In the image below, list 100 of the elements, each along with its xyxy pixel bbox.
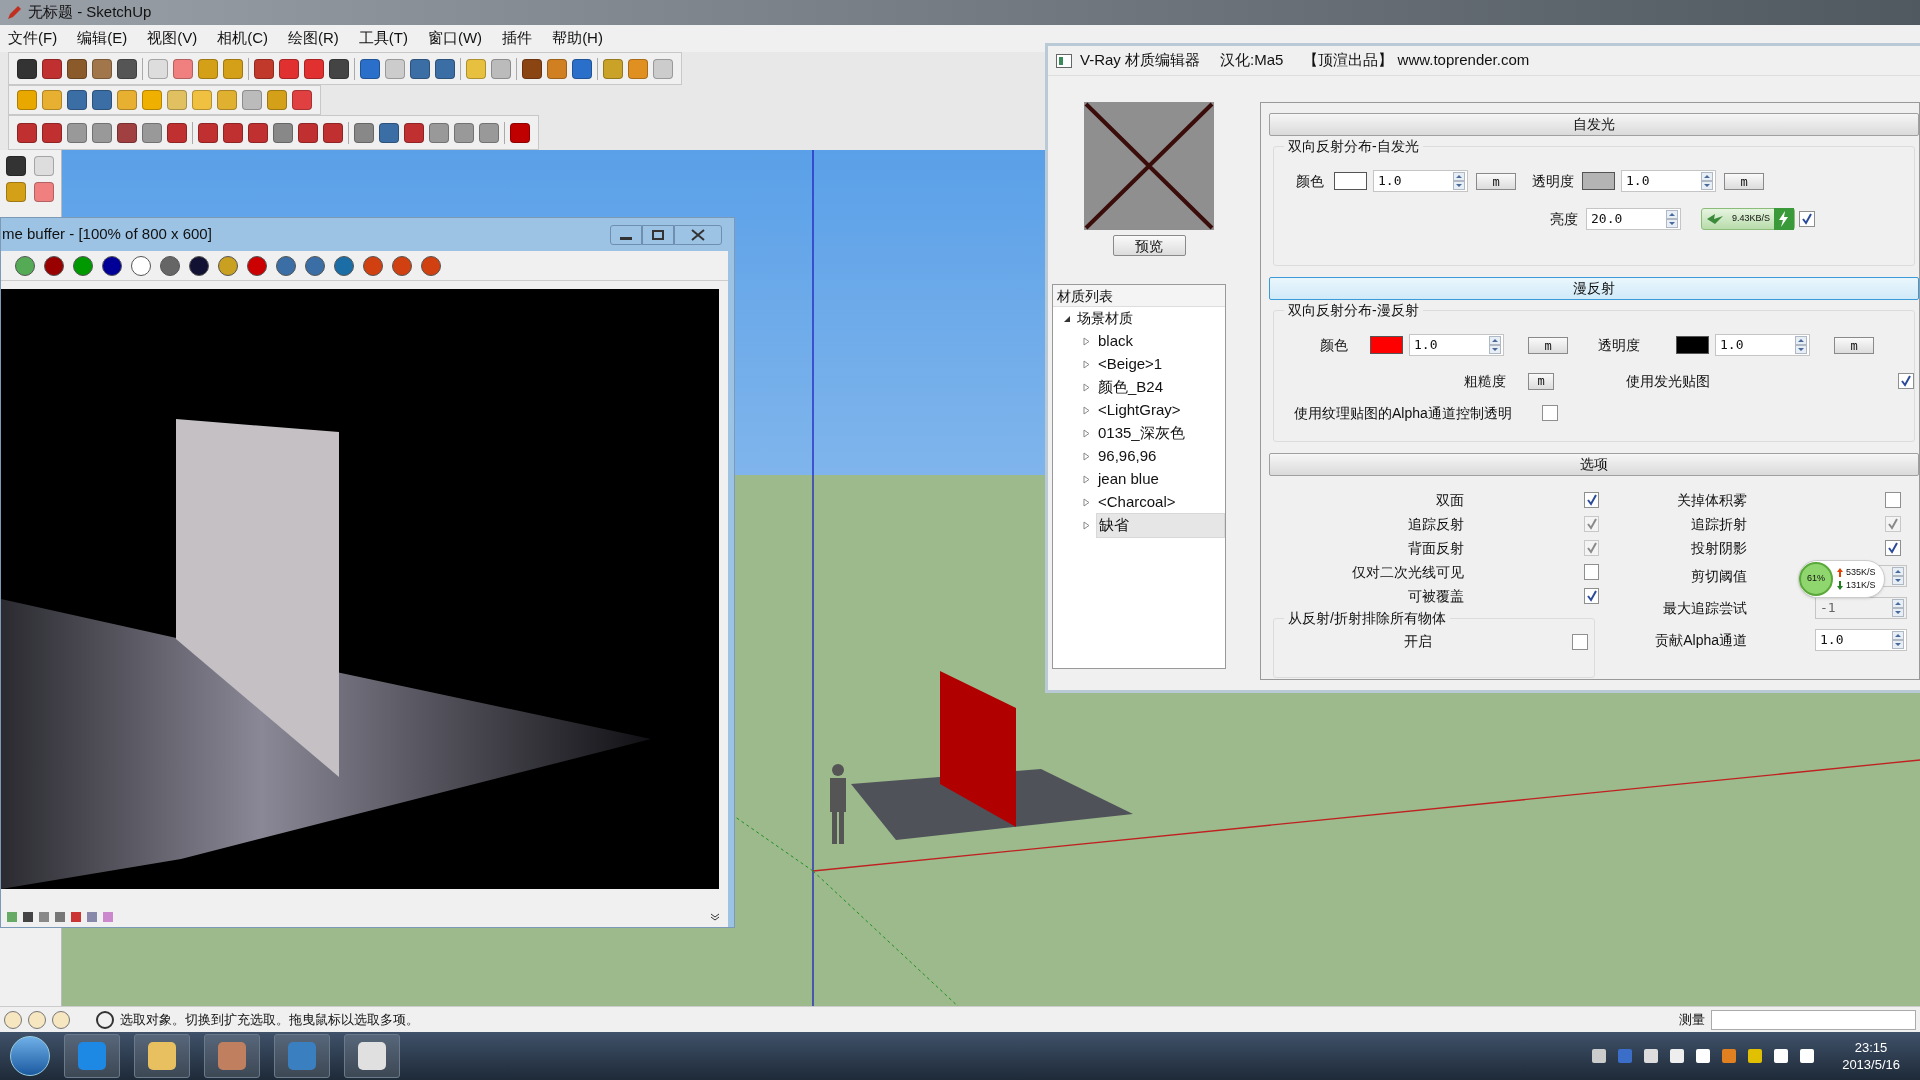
spin-arrows-icon[interactable] bbox=[1892, 631, 1904, 649]
collapsed-triangle-icon[interactable] bbox=[1083, 383, 1090, 392]
field-label: 透明度 bbox=[1532, 171, 1574, 191]
close-button[interactable] bbox=[674, 224, 722, 245]
tree-item[interactable]: 场景材质 bbox=[1077, 308, 1133, 329]
collapsed-triangle-icon[interactable] bbox=[1083, 498, 1090, 507]
spin-arrows-icon[interactable] bbox=[1453, 172, 1465, 190]
preview-button[interactable]: 预览 bbox=[1112, 235, 1186, 256]
map-button[interactable]: m bbox=[1724, 173, 1764, 190]
menu-item[interactable]: 窗口(W) bbox=[427, 27, 483, 50]
spin-arrows-icon[interactable] bbox=[1795, 336, 1807, 354]
tree-item[interactable]: 0135_深灰色 bbox=[1095, 422, 1225, 445]
menu-item[interactable]: 文件(F) bbox=[8, 27, 58, 50]
checkbox[interactable] bbox=[1799, 211, 1816, 227]
status-icon[interactable] bbox=[4, 1010, 22, 1029]
menu-item[interactable]: 帮助(H) bbox=[552, 27, 603, 50]
collapsed-triangle-icon[interactable] bbox=[1083, 452, 1090, 461]
checkbox[interactable] bbox=[1584, 564, 1599, 580]
color-swatch[interactable] bbox=[1370, 336, 1403, 354]
collapsed-triangle-icon[interactable] bbox=[1083, 360, 1090, 369]
tool-icon[interactable] bbox=[102, 255, 122, 276]
tray-icon[interactable] bbox=[1800, 1049, 1815, 1063]
spin-arrows-icon[interactable] bbox=[1666, 210, 1678, 228]
start-button[interactable] bbox=[10, 1036, 50, 1076]
speed-text: 9.43KB/S bbox=[1731, 212, 1772, 226]
tray-icon[interactable] bbox=[1644, 1049, 1659, 1063]
status-icon[interactable] bbox=[52, 1010, 70, 1029]
tool-icon[interactable] bbox=[44, 255, 64, 276]
taskbar-app-button[interactable] bbox=[344, 1034, 400, 1078]
checkbox[interactable] bbox=[1541, 405, 1558, 421]
checkbox[interactable] bbox=[1885, 492, 1901, 508]
tree-item[interactable]: <Beige>1 bbox=[1095, 353, 1225, 376]
tree-item[interactable]: 缺省 bbox=[1095, 513, 1225, 538]
measure-field[interactable] bbox=[1711, 1009, 1916, 1030]
spin-arrows-icon[interactable] bbox=[1701, 172, 1713, 190]
collapsed-triangle-icon[interactable] bbox=[1083, 475, 1090, 484]
tree-item[interactable]: black bbox=[1095, 330, 1225, 353]
tree-item[interactable]: <Charcoal> bbox=[1095, 491, 1225, 514]
spinner-field[interactable]: 1.0 bbox=[1621, 170, 1716, 192]
menu-item[interactable]: 绘图(R) bbox=[288, 27, 339, 50]
color-swatch[interactable] bbox=[1334, 172, 1367, 190]
clock-time[interactable]: 23:15 bbox=[1854, 1039, 1888, 1056]
menu-item[interactable]: 插件 bbox=[502, 27, 533, 50]
app-icon bbox=[148, 1042, 176, 1070]
section-header[interactable]: 选项 bbox=[1269, 453, 1919, 476]
taskbar-app-button[interactable] bbox=[204, 1034, 260, 1078]
status-icon[interactable] bbox=[28, 1010, 46, 1029]
spinner-field[interactable]: 1.0 bbox=[1715, 334, 1810, 356]
tree-item[interactable]: jean blue bbox=[1095, 468, 1225, 491]
app-icon bbox=[288, 1042, 316, 1070]
map-button[interactable]: m bbox=[1476, 173, 1516, 190]
tree-item[interactable]: <LightGray> bbox=[1095, 399, 1225, 422]
collapsed-triangle-icon[interactable] bbox=[1083, 521, 1090, 530]
checkbox[interactable] bbox=[1885, 540, 1901, 556]
tray-icon[interactable] bbox=[1696, 1049, 1711, 1063]
section-header[interactable]: 漫反射 bbox=[1269, 277, 1919, 300]
spinner-field[interactable]: 1.0 bbox=[1815, 629, 1907, 651]
taskbar-app-button[interactable] bbox=[134, 1034, 190, 1078]
color-swatch[interactable] bbox=[1582, 172, 1615, 190]
spin-arrows-icon[interactable] bbox=[1489, 336, 1501, 354]
help-icon[interactable] bbox=[96, 1010, 114, 1029]
clock-date[interactable]: 2013/5/16 bbox=[1842, 1056, 1900, 1073]
menu-item[interactable]: 视图(V) bbox=[147, 27, 198, 50]
tray-icon[interactable] bbox=[1774, 1049, 1789, 1063]
map-button[interactable]: m bbox=[1834, 337, 1874, 354]
collapsed-triangle-icon[interactable] bbox=[1083, 406, 1090, 415]
collapsed-triangle-icon[interactable] bbox=[1083, 337, 1090, 346]
tool-icon[interactable] bbox=[247, 255, 267, 276]
field-label: 粗糙度 bbox=[1464, 371, 1506, 391]
tool-icon[interactable] bbox=[189, 255, 209, 276]
field-label: 亮度 bbox=[1550, 209, 1578, 229]
map-button[interactable]: m bbox=[1528, 337, 1568, 354]
color-swatch[interactable] bbox=[1676, 336, 1709, 354]
menu-item[interactable]: 相机(C) bbox=[217, 27, 268, 50]
spinner-field[interactable]: 1.0 bbox=[1373, 170, 1468, 192]
tray-icon[interactable] bbox=[1592, 1049, 1607, 1063]
maximize-button[interactable] bbox=[642, 224, 674, 245]
section-header[interactable]: 自发光 bbox=[1269, 113, 1919, 136]
checkbox[interactable] bbox=[1584, 588, 1599, 604]
tree-item[interactable]: 颜色_B24 bbox=[1095, 376, 1225, 399]
checkbox[interactable] bbox=[1584, 492, 1599, 508]
minimize-button[interactable] bbox=[610, 224, 642, 245]
menu-item[interactable]: 工具(T) bbox=[358, 27, 408, 50]
status-message: 选取对象。切换到扩充选取。拖曳鼠标以选取多项。 bbox=[120, 1010, 419, 1029]
tree-item[interactable]: 96,96,96 bbox=[1095, 445, 1225, 468]
close-icon bbox=[691, 228, 705, 241]
menu-item[interactable]: 编辑(E) bbox=[77, 27, 128, 50]
map-button[interactable]: m bbox=[1528, 372, 1554, 390]
checkbox[interactable] bbox=[1572, 633, 1588, 650]
collapsed-triangle-icon[interactable] bbox=[1083, 429, 1090, 438]
option-label: 背面反射 bbox=[1407, 538, 1464, 558]
maximize-icon bbox=[652, 229, 664, 240]
spinner-field[interactable]: 1.0 bbox=[1409, 334, 1504, 356]
tray-icon[interactable] bbox=[1748, 1049, 1763, 1063]
expanded-triangle-icon[interactable] bbox=[1063, 314, 1071, 323]
tray-icon[interactable] bbox=[1670, 1049, 1685, 1063]
chevron-down-icon[interactable] bbox=[710, 913, 720, 921]
spinner-field[interactable]: 20.0 bbox=[1586, 208, 1681, 230]
option-label: 仅对二次光线可见 bbox=[1351, 562, 1464, 582]
checkbox[interactable] bbox=[1898, 373, 1914, 389]
